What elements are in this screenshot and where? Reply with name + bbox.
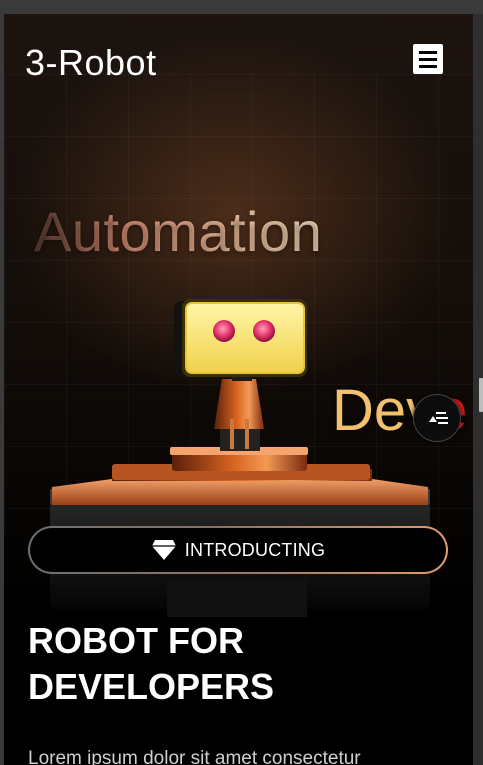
scrollbar-thumb[interactable] <box>479 378 483 412</box>
hamburger-menu-icon[interactable] <box>413 44 443 74</box>
brand-logo[interactable]: 3-Robot <box>25 42 157 84</box>
introducing-button[interactable]: INTRODUCTING <box>28 526 448 574</box>
hero-word-automation: Automation <box>34 200 323 263</box>
headline-line-2: DEVELOPERS <box>28 666 275 707</box>
introducing-button-inner: INTRODUCTING <box>30 528 446 572</box>
introducing-label: INTRODUCTING <box>184 539 326 560</box>
app-frame: 3-Robot Automation Dev INTRODUCTING ROBO… <box>4 14 473 765</box>
headline-line-1: ROBOT FOR <box>28 620 244 661</box>
diamond-icon <box>151 540 176 560</box>
page-headline: ROBOT FOR DEVELOPERS <box>28 618 274 710</box>
body-paragraph: Lorem ipsum dolor sit amet consectetur <box>28 748 361 765</box>
sort-list-icon[interactable] <box>413 394 461 442</box>
